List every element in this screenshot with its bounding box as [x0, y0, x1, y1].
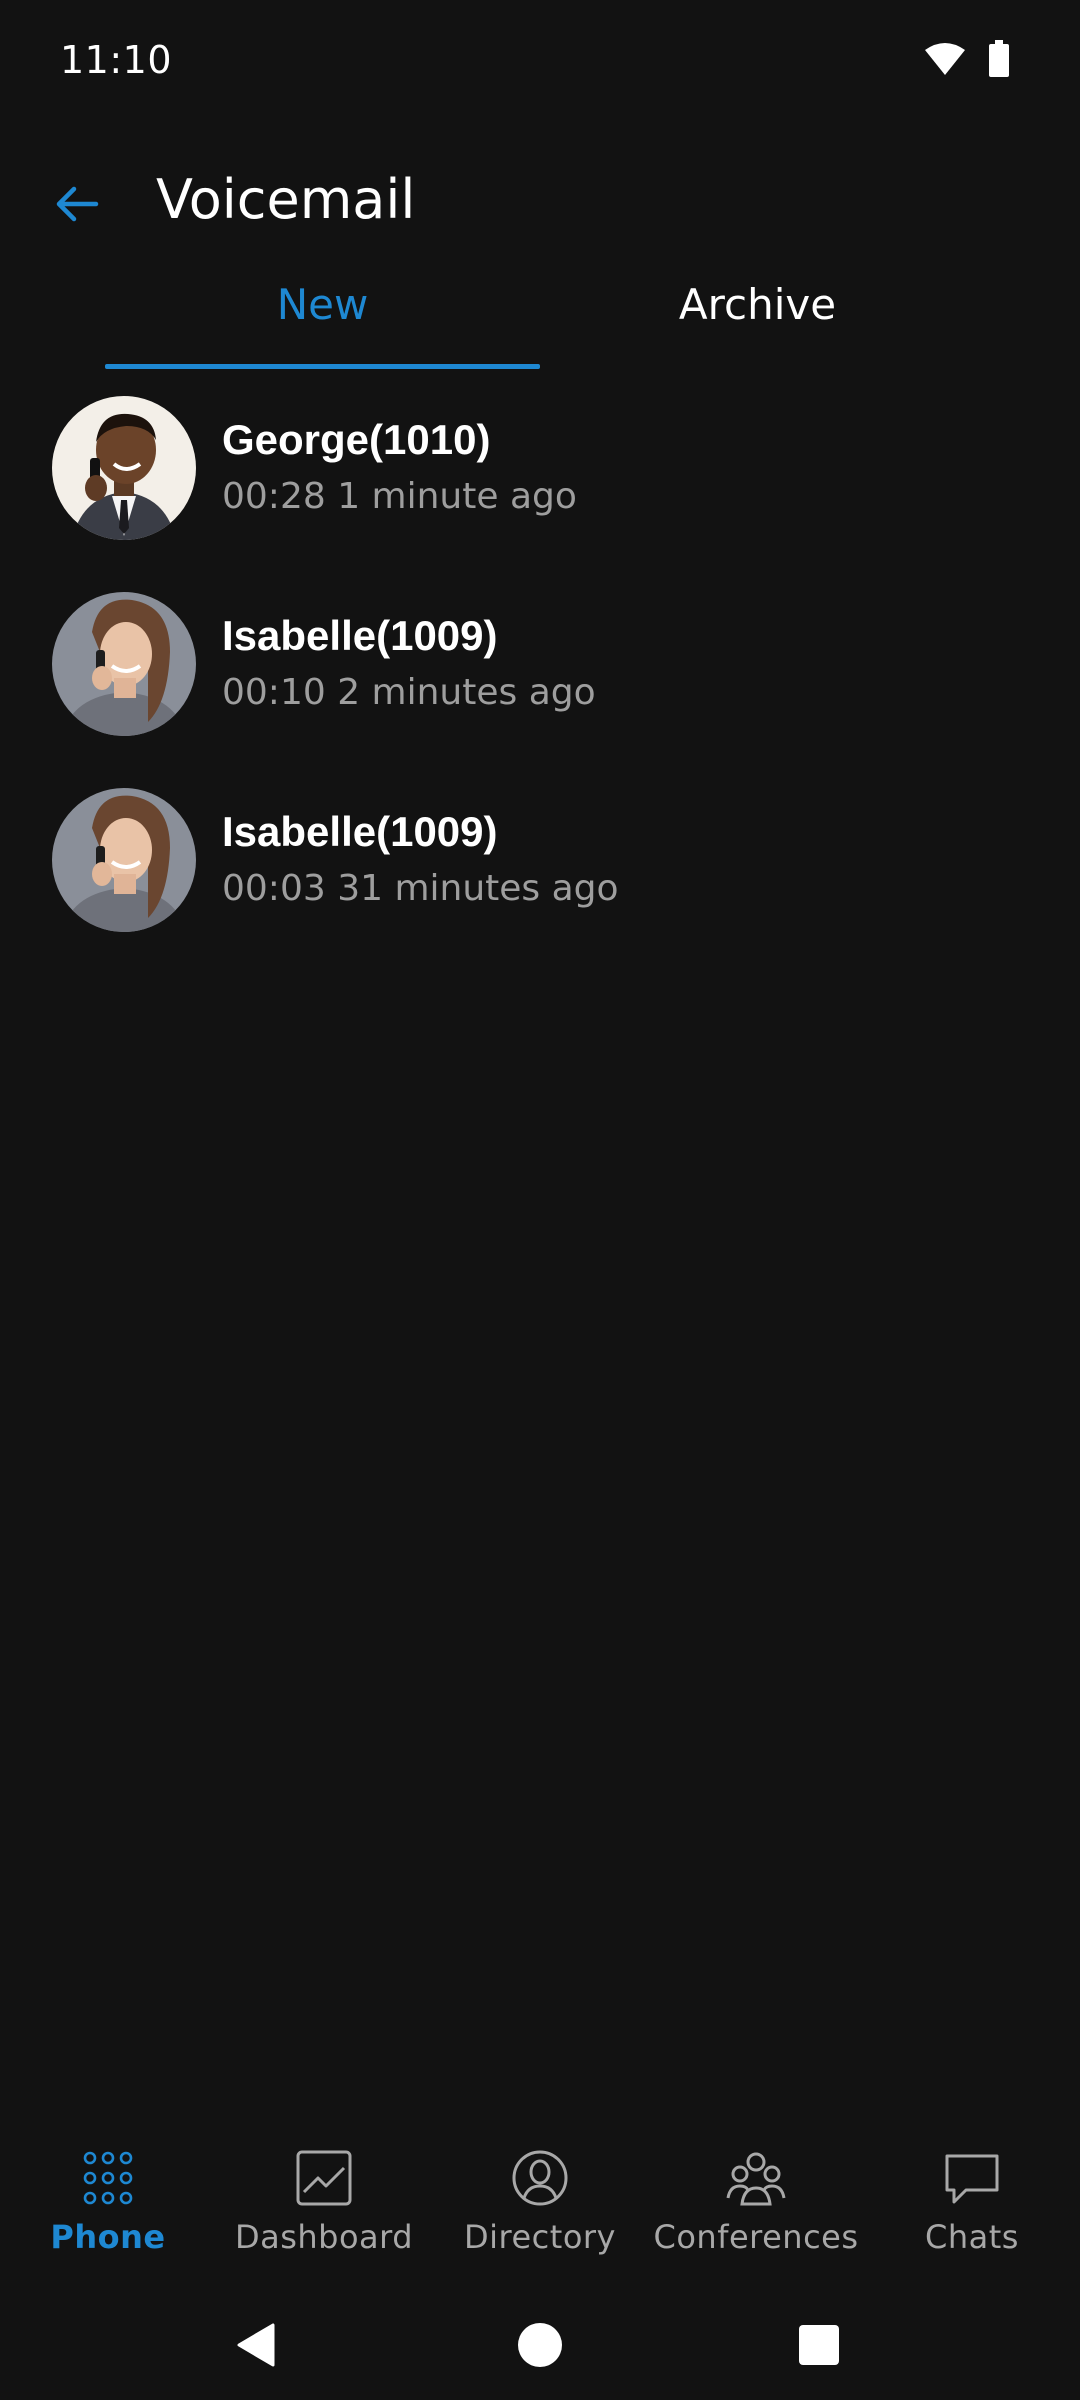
- caller-name: Isabelle(1009): [222, 612, 498, 659]
- nav-dashboard[interactable]: Dashboard: [216, 2130, 432, 2260]
- triangle-back-icon: [237, 2323, 275, 2367]
- nav-phone[interactable]: Phone: [0, 2130, 216, 2260]
- nav-label: Dashboard: [234, 2218, 414, 2256]
- screen: 11:10 Voicemail New Archive George(1010)…: [0, 0, 1080, 2400]
- tab-new[interactable]: New: [105, 280, 540, 370]
- voicemail-meta: 00:10 2 minutes ago: [222, 672, 596, 713]
- voicemail-meta: 00:03 31 minutes ago: [222, 868, 619, 909]
- chart-icon: [296, 2150, 352, 2206]
- avatar: [52, 396, 196, 540]
- battery-icon: [988, 40, 1010, 82]
- nav-label: Conferences: [653, 2218, 859, 2256]
- nav-directory[interactable]: Directory: [432, 2130, 648, 2260]
- caller-name: Isabelle(1009): [222, 808, 498, 855]
- nav-label: Directory: [464, 2218, 616, 2256]
- avatar: [52, 592, 196, 736]
- caller-name: George(1010): [222, 416, 491, 463]
- arrow-left-icon: [56, 186, 99, 222]
- voicemail-item[interactable]: Isabelle(1009) 00:10 2 minutes ago: [0, 588, 1080, 784]
- voicemail-item[interactable]: George(1010) 00:28 1 minute ago: [0, 392, 1080, 588]
- wifi-icon: [924, 42, 966, 80]
- circle-home-icon: [518, 2323, 562, 2367]
- app-bar: Voicemail: [0, 140, 1080, 264]
- back-button[interactable]: [40, 168, 112, 240]
- system-recents-button[interactable]: [784, 2310, 854, 2380]
- status-icons: [924, 40, 1010, 82]
- nav-conferences[interactable]: Conferences: [648, 2130, 864, 2260]
- bottom-nav: Phone Dashboard Directory Conferences Ch…: [0, 2130, 1080, 2260]
- system-nav-bar: [0, 2290, 1080, 2400]
- status-bar: 11:10: [0, 0, 1080, 128]
- system-home-button[interactable]: [505, 2310, 575, 2380]
- system-back-button[interactable]: [222, 2310, 292, 2380]
- tab-bar: New Archive: [0, 280, 1080, 370]
- page-title: Voicemail: [156, 168, 416, 231]
- nav-chats[interactable]: Chats: [864, 2130, 1080, 2260]
- nav-label: Chats: [925, 2218, 1019, 2256]
- voicemail-item[interactable]: Isabelle(1009) 00:03 31 minutes ago: [0, 784, 1080, 980]
- voicemail-list: George(1010) 00:28 1 minute ago Isabelle…: [0, 392, 1080, 980]
- dialpad-icon: [83, 2151, 133, 2205]
- square-recents-icon: [799, 2325, 839, 2365]
- chat-bubble-icon: [945, 2154, 999, 2204]
- tab-archive[interactable]: Archive: [540, 280, 975, 370]
- tab-indicator: [105, 364, 540, 369]
- nav-label: Phone: [50, 2218, 166, 2256]
- group-icon: [726, 2152, 786, 2206]
- voicemail-meta: 00:28 1 minute ago: [222, 476, 577, 517]
- avatar: [52, 788, 196, 932]
- person-icon: [512, 2150, 568, 2206]
- status-time: 11:10: [60, 38, 173, 82]
